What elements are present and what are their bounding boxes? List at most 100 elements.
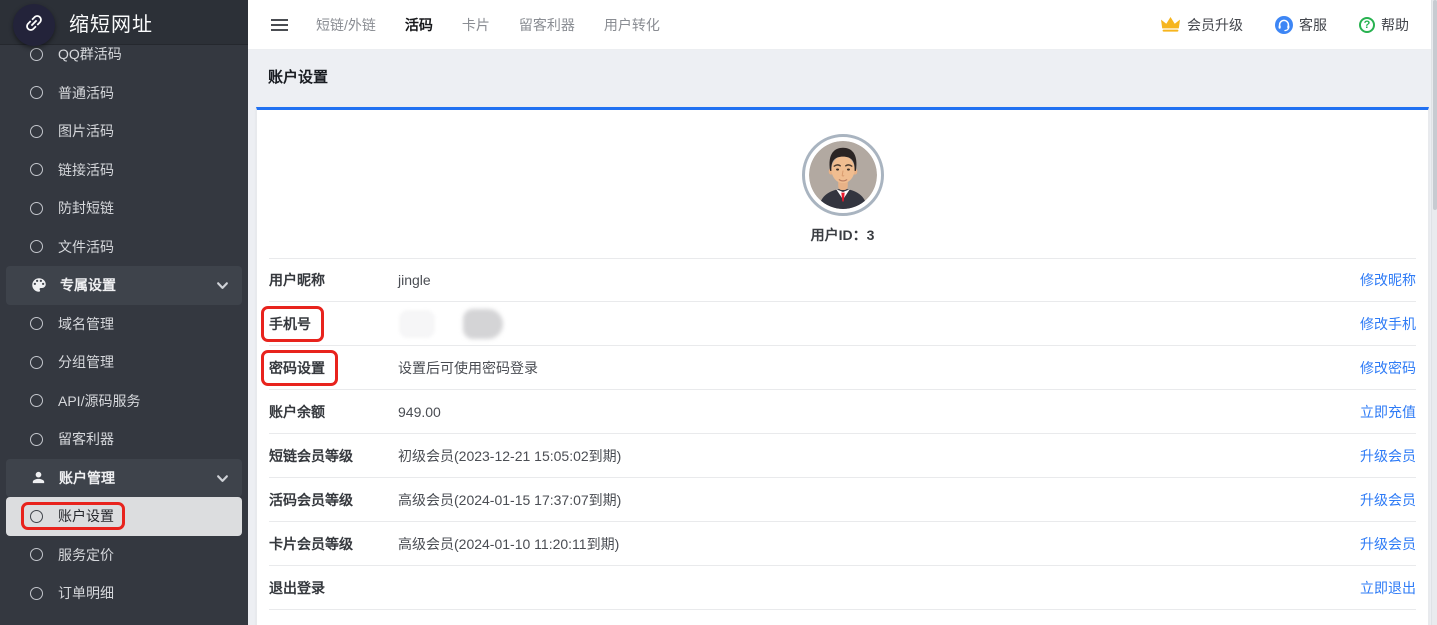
sidebar-item-link-qrcode[interactable]: 链接活码 bbox=[6, 151, 242, 190]
account-row-password: 密码设置 设置后可使用密码登录 修改密码 bbox=[269, 346, 1416, 390]
sidebar-item-antiblock-shortlink[interactable]: 防封短链 bbox=[6, 189, 242, 228]
sidebar-item-domain-management[interactable]: 域名管理 bbox=[6, 305, 242, 344]
tab-card[interactable]: 卡片 bbox=[462, 15, 490, 35]
sidebar-item-normal-qrcode[interactable]: 普通活码 bbox=[6, 74, 242, 113]
page-title: 账户设置 bbox=[268, 66, 328, 87]
row-label: 密码设置 bbox=[269, 358, 398, 378]
headset-icon bbox=[1275, 16, 1293, 34]
balance-action-link[interactable]: 立即充值 bbox=[1360, 402, 1416, 422]
circle-icon bbox=[30, 125, 43, 138]
sidebar-item-account-settings[interactable]: 账户设置 bbox=[6, 497, 242, 536]
circle-icon bbox=[30, 356, 43, 369]
shortlink-membership-action-link[interactable]: 升级会员 bbox=[1360, 446, 1416, 466]
sidebar-item-label: 服务定价 bbox=[58, 545, 114, 565]
account-row-nickname: 用户昵称 jingle 修改昵称 bbox=[269, 258, 1416, 302]
action-label: 帮助 bbox=[1381, 15, 1409, 35]
action-label: 客服 bbox=[1299, 15, 1327, 35]
row-label-text: 账户余额 bbox=[269, 404, 325, 420]
membership-upgrade-button[interactable]: 会员升级 bbox=[1160, 15, 1243, 35]
sidebar-item-retention-tool[interactable]: 留客利器 bbox=[6, 420, 242, 459]
logout-action-link[interactable]: 立即退出 bbox=[1360, 578, 1416, 598]
sidebar-item-group-management[interactable]: 分组管理 bbox=[6, 343, 242, 382]
password-action-link[interactable]: 修改密码 bbox=[1360, 358, 1416, 378]
customer-service-button[interactable]: 客服 bbox=[1275, 15, 1327, 35]
sidebar-item-label: 防封短链 bbox=[58, 198, 114, 218]
sidebar-item-label: API/源码服务 bbox=[58, 391, 140, 411]
topbar: 短链/外链 活码 卡片 留客利器 用户转化 会员升级 客服 ?帮助 bbox=[248, 0, 1437, 50]
sidebar-item-image-qrcode[interactable]: 图片活码 bbox=[6, 112, 242, 151]
row-value-text: 初级会员(2023-12-21 15:05:02到期) bbox=[398, 446, 621, 466]
sidebar-item-exclusive-settings[interactable]: 专属设置 bbox=[6, 266, 242, 305]
account-row-shortlink-membership: 短链会员等级 初级会员(2023-12-21 15:05:02到期) 升级会员 bbox=[269, 434, 1416, 478]
row-value: 高级会员(2024-01-10 11:20:11到期) bbox=[398, 534, 1360, 554]
avatar-image bbox=[809, 141, 877, 209]
tab-qrcode[interactable]: 活码 bbox=[405, 15, 433, 35]
sidebar-item-label: 账户管理 bbox=[59, 468, 115, 488]
window-scrollbar[interactable] bbox=[1431, 0, 1437, 625]
account-row-phone: 手机号 修改手机 bbox=[269, 302, 1416, 346]
row-label-text: 活码会员等级 bbox=[269, 492, 353, 508]
sidebar: QQ群活码普通活码图片活码链接活码防封短链文件活码专属设置域名管理分组管理 API… bbox=[0, 0, 248, 625]
app-title: 缩短网址 bbox=[69, 8, 153, 37]
circle-icon bbox=[30, 48, 43, 61]
sidebar-item-label: 域名管理 bbox=[58, 314, 114, 334]
sidebar-item-label: 文件活码 bbox=[58, 237, 114, 257]
card-membership-action-link[interactable]: 升级会员 bbox=[1360, 534, 1416, 554]
row-value bbox=[398, 309, 1360, 339]
action-label: 会员升级 bbox=[1187, 15, 1243, 35]
circle-icon bbox=[30, 86, 43, 99]
sidebar-item-label: 分组管理 bbox=[58, 352, 114, 372]
row-label-text: 用户昵称 bbox=[269, 272, 325, 288]
sidebar-item-service-pricing[interactable]: 服务定价 bbox=[6, 536, 242, 575]
row-value-text: 949.00 bbox=[398, 404, 441, 420]
circle-icon bbox=[30, 433, 43, 446]
row-label-text: 密码设置 bbox=[269, 360, 325, 376]
row-label: 短链会员等级 bbox=[269, 446, 398, 466]
row-label: 用户昵称 bbox=[269, 270, 398, 290]
sidebar-item-order-details[interactable]: 订单明细 bbox=[6, 574, 242, 613]
account-row-balance: 账户余额 949.00 立即充值 bbox=[269, 390, 1416, 434]
avatar-block: 用户ID：3 bbox=[257, 134, 1428, 245]
row-value-text: jingle bbox=[398, 272, 431, 288]
sidebar-item-label: 留客利器 bbox=[58, 429, 114, 449]
chevron-down-icon bbox=[216, 279, 229, 292]
tab-retention-tool[interactable]: 留客利器 bbox=[519, 15, 575, 35]
row-value: 设置后可使用密码登录 bbox=[398, 358, 1360, 378]
row-value-text: 高级会员(2024-01-15 17:37:07到期) bbox=[398, 490, 621, 510]
sidebar-item-account-management[interactable]: 账户管理 bbox=[6, 459, 242, 498]
circle-icon bbox=[30, 202, 43, 215]
scrollbar-thumb[interactable] bbox=[1433, 0, 1437, 210]
sidebar-item-api-source-service[interactable]: API/源码服务 bbox=[6, 382, 242, 421]
account-row-card-membership: 卡片会员等级 高级会员(2024-01-10 11:20:11到期)升级会员 bbox=[269, 522, 1416, 566]
help-button[interactable]: ?帮助 bbox=[1359, 15, 1409, 35]
link-icon bbox=[23, 12, 45, 39]
sidebar-item-label: 链接活码 bbox=[58, 160, 114, 180]
row-label-text: 短链会员等级 bbox=[269, 448, 353, 464]
row-label-text: 卡片会员等级 bbox=[269, 536, 353, 552]
chevron-down-icon bbox=[216, 472, 229, 485]
app-logo[interactable] bbox=[13, 4, 55, 46]
tab-shortlink-external[interactable]: 短链/外链 bbox=[316, 15, 376, 35]
row-label-text: 手机号 bbox=[269, 316, 311, 332]
sidebar-item-label: 专属设置 bbox=[60, 275, 116, 295]
circle-icon bbox=[30, 317, 43, 330]
account-row-qrcode-membership: 活码会员等级 高级会员(2024-01-15 17:37:07到期) 升级会员 bbox=[269, 478, 1416, 522]
row-value: jingle bbox=[398, 272, 1360, 288]
sidebar-item-file-qrcode[interactable]: 文件活码 bbox=[6, 228, 242, 267]
nickname-action-link[interactable]: 修改昵称 bbox=[1360, 270, 1416, 290]
row-value-text: 设置后可使用密码登录 bbox=[398, 358, 538, 378]
row-value: 949.00 bbox=[398, 404, 1360, 420]
phone-action-link[interactable]: 修改手机 bbox=[1360, 314, 1416, 334]
account-settings-card: 用户ID：3 用户昵称 jingle 修改昵称手机号 修改手机密码设置 设置后可使用密码… bbox=[256, 107, 1429, 625]
circle-icon bbox=[30, 548, 43, 561]
row-label: 卡片会员等级 bbox=[269, 534, 398, 554]
tab-user-conversion[interactable]: 用户转化 bbox=[604, 15, 660, 35]
row-label-text: 退出登录 bbox=[269, 580, 325, 596]
hamburger-menu-icon[interactable] bbox=[271, 19, 288, 31]
sidebar-item-label: 普通活码 bbox=[58, 83, 114, 103]
sidebar-item-label: QQ群活码 bbox=[58, 44, 122, 64]
circle-icon bbox=[30, 510, 43, 523]
qrcode-membership-action-link[interactable]: 升级会员 bbox=[1360, 490, 1416, 510]
circle-icon bbox=[30, 394, 43, 407]
avatar[interactable] bbox=[802, 134, 884, 216]
